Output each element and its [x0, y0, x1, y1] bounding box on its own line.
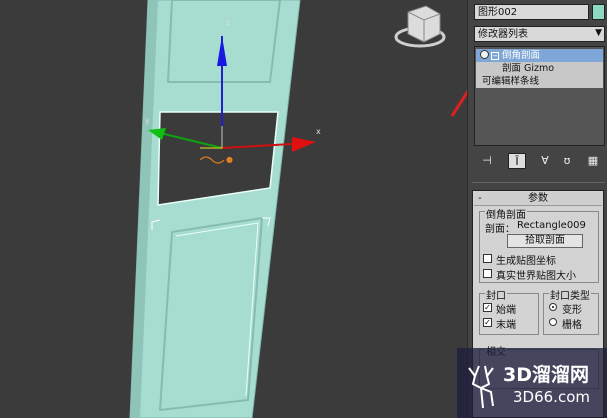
make-unique-icon[interactable]: ∀	[536, 153, 554, 169]
gizmo-x-arrow[interactable]	[292, 137, 316, 152]
cap-type-group-title: 封口类型	[549, 287, 591, 302]
viewcube-icon[interactable]	[394, 5, 446, 48]
collapse-icon: -	[478, 193, 482, 204]
configure-sets-icon[interactable]: ▦	[584, 153, 602, 169]
deer-logo-icon	[468, 365, 494, 409]
cap-start-label: 始端	[496, 305, 516, 316]
cap-morph-radio[interactable]	[549, 303, 557, 311]
real-world-label: 真实世界贴图大小	[496, 271, 576, 282]
stack-item-bevel-profile[interactable]: − 倒角剖面	[476, 49, 603, 62]
profile-value: Rectangle009	[517, 220, 586, 231]
show-end-result-icon[interactable]: Ī	[508, 153, 526, 169]
stack-item-editable-spline[interactable]: 可编辑样条线	[476, 75, 603, 88]
chevron-down-icon: ▼	[595, 28, 602, 38]
annotation-arrow-icon	[450, 89, 467, 117]
stack-item-label: 剖面 Gizmo	[502, 63, 555, 74]
profile-label: 剖面：	[485, 224, 515, 235]
cap-end-label: 末端	[496, 320, 516, 331]
pick-profile-button[interactable]: 拾取剖面	[507, 234, 583, 248]
door-model[interactable]	[129, 0, 301, 418]
gen-mapping-checkbox[interactable]	[483, 254, 492, 263]
cap-grid-radio[interactable]	[549, 318, 557, 326]
real-world-checkbox[interactable]	[483, 269, 492, 278]
cap-start-checkbox[interactable]: ✓	[483, 303, 492, 312]
modifier-list-label: 修改器列表	[478, 29, 528, 40]
gizmo-y-label: y	[145, 116, 150, 125]
stack-item-label: 倒角剖面	[502, 50, 541, 61]
modifier-stack[interactable]: − 倒角剖面 剖面 Gizmo 可编辑样条线	[474, 46, 605, 146]
object-color-swatch[interactable]	[592, 4, 605, 20]
watermark-title: 3D溜溜网	[503, 364, 589, 386]
stack-item-profile-gizmo[interactable]: 剖面 Gizmo	[476, 62, 603, 75]
pin-stack-icon[interactable]: ⊣	[478, 153, 496, 169]
cap-grid-label: 栅格	[562, 320, 582, 331]
stack-item-label: 可编辑样条线	[482, 76, 540, 87]
panel-divider	[472, 182, 605, 183]
rollout-header[interactable]: - 参数	[474, 192, 602, 206]
gizmo-x-label: x	[316, 127, 321, 136]
gen-mapping-label: 生成贴图坐标	[496, 256, 556, 267]
viewport-scene: z x y ●	[129, 0, 467, 418]
cap-end-checkbox[interactable]: ✓	[483, 318, 492, 327]
collapse-icon[interactable]: −	[491, 52, 499, 60]
gizmo-z-label: z	[226, 18, 230, 27]
watermark-subtitle: 3D66.com	[513, 388, 590, 406]
rollout-title: 参数	[528, 193, 548, 204]
watermark: 3D溜溜网 3D66.com	[457, 348, 607, 418]
group-title: 倒角剖面	[485, 206, 527, 221]
perspective-viewport[interactable]: z x y ●	[0, 0, 467, 418]
lightbulb-icon[interactable]	[480, 50, 489, 59]
svg-text:●: ●	[226, 155, 233, 164]
stack-toolbar: ⊣ Ī ∀ ʊ ▦	[474, 152, 605, 170]
cap-morph-label: 变形	[562, 305, 582, 316]
remove-modifier-icon[interactable]: ʊ	[558, 153, 576, 169]
modifier-list-dropdown[interactable]: 修改器列表 ▼	[474, 26, 605, 42]
object-name-field[interactable]: 图形002	[474, 4, 589, 20]
cap-group-title: 封口	[485, 287, 507, 302]
